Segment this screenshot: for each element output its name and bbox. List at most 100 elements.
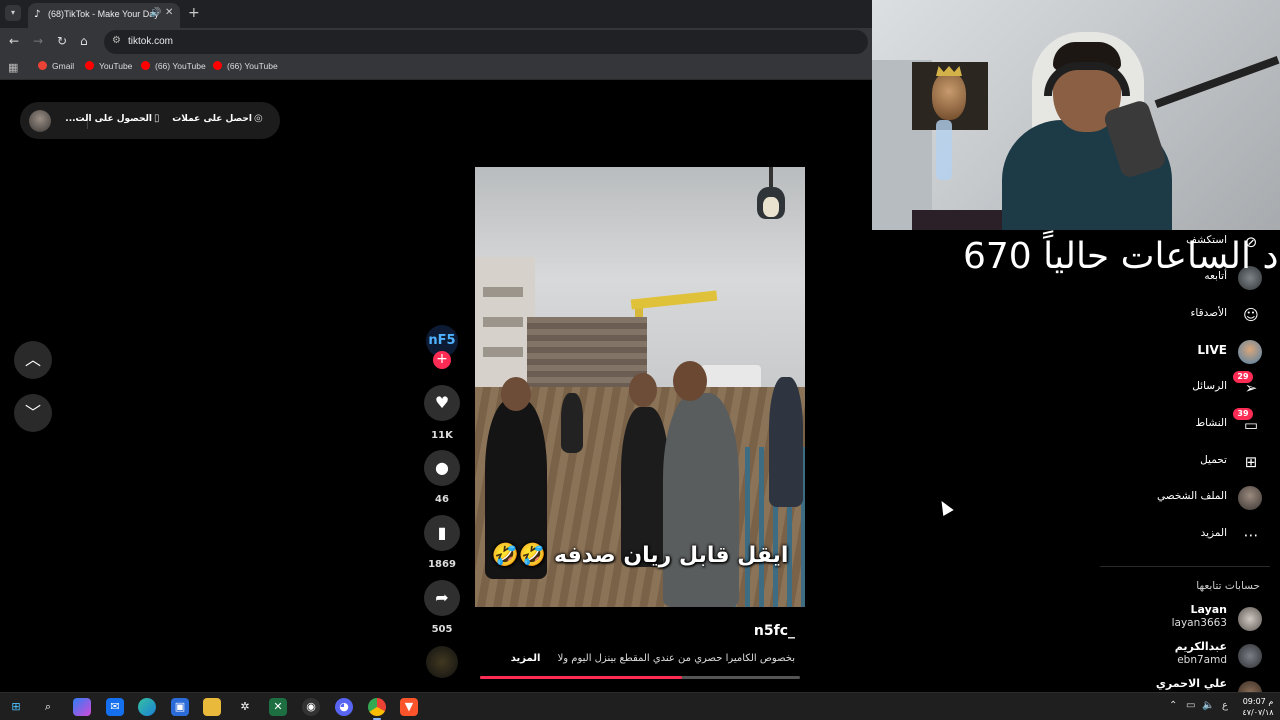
youtube-icon: [141, 61, 150, 70]
nav-friends[interactable]: الأصدقاء ☺: [1100, 303, 1265, 327]
reload-icon[interactable]: ↻: [57, 34, 67, 48]
save-button[interactable]: ▮: [424, 515, 460, 551]
nav-messages[interactable]: الرسائل ➢ 29: [1100, 371, 1265, 400]
network-icon[interactable]: ▭: [1186, 700, 1195, 711]
outlook-icon[interactable]: ✉: [106, 698, 124, 716]
more-link[interactable]: المزيد: [511, 653, 541, 664]
account-avatar: [1238, 644, 1262, 668]
nav-label: الملف الشخصي: [1157, 490, 1227, 502]
home-icon[interactable]: ⌂: [80, 34, 88, 48]
new-tab-button[interactable]: +: [188, 5, 200, 21]
account-avatar: [1238, 607, 1262, 631]
like-count: 11K: [431, 430, 453, 441]
more-dots-icon: ⋯: [1243, 526, 1259, 544]
video-progress-bar[interactable]: [480, 676, 800, 679]
bookmark-youtube[interactable]: YouTube: [85, 61, 132, 71]
video-caption: ايقل قابل ريان صدفه 🤣🤣: [491, 543, 789, 568]
account-handle: ebn7amd: [1177, 654, 1227, 666]
language-indicator[interactable]: ع: [1222, 700, 1228, 711]
avatar[interactable]: [29, 110, 51, 132]
hours-counter: عدد الساعات حالياً 670: [963, 236, 1280, 277]
search-icon[interactable]: ⌕: [39, 698, 57, 716]
volume-icon[interactable]: 🔈: [1202, 700, 1214, 711]
settings-icon[interactable]: ✲: [236, 698, 254, 716]
description-text: بخصوص الكاميرا حصري من عندي المقطع بينزل…: [557, 653, 795, 664]
clock-time: 09:07 م: [1242, 697, 1274, 706]
crown-icon: [936, 66, 962, 76]
bookmark-icon: ▮: [437, 523, 447, 542]
poster-face: [932, 72, 966, 120]
copilot-icon[interactable]: [73, 698, 91, 716]
follow-plus-button[interactable]: +: [433, 351, 451, 369]
forward-arrow-icon[interactable]: →: [33, 34, 43, 48]
following-account[interactable]: عبدالكريم ebn7amd: [1100, 640, 1265, 670]
chevron-up-icon[interactable]: ⌃: [1169, 700, 1177, 711]
comment-button[interactable]: ●: [424, 450, 460, 486]
browser-toolbar: ← → ↻ ⌂ ⚙ tiktok.com: [0, 28, 872, 56]
nav-upload[interactable]: تحميل ⊞: [1100, 450, 1265, 474]
close-icon[interactable]: ✕: [165, 7, 173, 18]
edge-icon[interactable]: [138, 698, 156, 716]
comment-icon: ●: [435, 458, 449, 477]
following-account[interactable]: علي الاحمري: [1100, 677, 1265, 692]
clock-date: ٤٧/٠٧/١٨: [1242, 708, 1274, 717]
bookmark-label: YouTube: [99, 61, 133, 71]
windows-start-icon[interactable]: ⊞: [7, 698, 25, 716]
get-app-button[interactable]: الحصول على الت...: [65, 114, 152, 124]
browser-tab[interactable]: ♪ (68)TikTok - Make Your Day 🔊 ✕: [28, 3, 180, 28]
address-bar[interactable]: ⚙ tiktok.com: [104, 30, 868, 54]
screen: ▾ ♪ (68)TikTok - Make Your Day 🔊 ✕ + ← →…: [0, 0, 1280, 720]
person-head: [629, 373, 657, 407]
tiktok-favicon-icon: ♪: [34, 9, 41, 20]
google-icon: [38, 61, 47, 70]
store-icon[interactable]: ▣: [171, 698, 189, 716]
share-arrow-icon: ➦: [435, 588, 449, 607]
following-accounts-title: حسابات تتابعها: [1196, 580, 1260, 592]
video-description: بخصوص الكاميرا حصري من عندي المقطع بينزل…: [480, 653, 795, 664]
activity-badge: 39: [1233, 408, 1253, 420]
nav-live[interactable]: LIVE: [1100, 340, 1265, 364]
like-button[interactable]: ♥: [424, 385, 460, 421]
folder-icon[interactable]: [203, 698, 221, 716]
chrome-icon[interactable]: [368, 698, 386, 716]
account-avatar: [1238, 681, 1262, 692]
author-handle[interactable]: n5fc_: [700, 623, 795, 639]
nav-more[interactable]: المزيد ⋯: [1100, 523, 1265, 547]
url-text: tiktok.com: [128, 36, 174, 47]
following-account[interactable]: Layan layan3663: [1100, 603, 1265, 633]
get-coins-button[interactable]: احصل على عملات: [172, 114, 252, 124]
brave-icon[interactable]: ▼: [400, 698, 418, 716]
plus-square-icon: ⊞: [1244, 453, 1258, 471]
nav-label: الرسائل: [1192, 380, 1227, 392]
water-bottle: [936, 120, 952, 180]
share-button[interactable]: ➦: [424, 580, 460, 616]
bookmark-gmail[interactable]: Gmail: [38, 61, 74, 71]
nav-activity[interactable]: النشاط ▭ 39: [1100, 408, 1265, 437]
back-arrow-icon[interactable]: ←: [9, 34, 19, 48]
next-video-button[interactable]: ﹀: [14, 394, 52, 432]
browser-tab-bar: ▾ ♪ (68)TikTok - Make Your Day 🔊 ✕ +: [0, 0, 872, 28]
discord-icon[interactable]: ◕: [335, 698, 353, 716]
apps-grid-icon[interactable]: ▦: [8, 61, 18, 74]
speaker-icon[interactable]: 🔊: [150, 8, 161, 18]
webcam-poster: [912, 62, 988, 130]
bookmark-label: (66) YouTube: [155, 61, 206, 71]
bookmarks-bar: ▦ Gmail YouTube (66) YouTube (66) YouTub…: [0, 56, 872, 80]
mouse-cursor: [936, 497, 954, 517]
lamp-glass: [763, 197, 779, 217]
heart-icon: ♥: [434, 393, 450, 412]
bookmark-youtube-2[interactable]: (66) YouTube: [141, 61, 206, 71]
bookmark-youtube-3[interactable]: (66) YouTube: [213, 61, 278, 71]
nav-label: LIVE: [1197, 343, 1227, 357]
previous-video-button[interactable]: ︿: [14, 341, 52, 379]
clock[interactable]: 09:07 م ٤٧/٠٧/١٨: [1238, 696, 1278, 718]
tab-search-button[interactable]: ▾: [5, 5, 21, 21]
nav-profile[interactable]: الملف الشخصي: [1100, 486, 1265, 510]
obs-icon[interactable]: ◉: [302, 698, 320, 716]
person-speaker: [663, 393, 739, 607]
mic-arm: [1154, 56, 1280, 108]
site-info-icon[interactable]: ⚙: [112, 35, 121, 46]
music-disc[interactable]: [426, 646, 458, 678]
excel-icon[interactable]: ✕: [269, 698, 287, 716]
video-player[interactable]: ايقل قابل ريان صدفه 🤣🤣: [475, 167, 805, 607]
